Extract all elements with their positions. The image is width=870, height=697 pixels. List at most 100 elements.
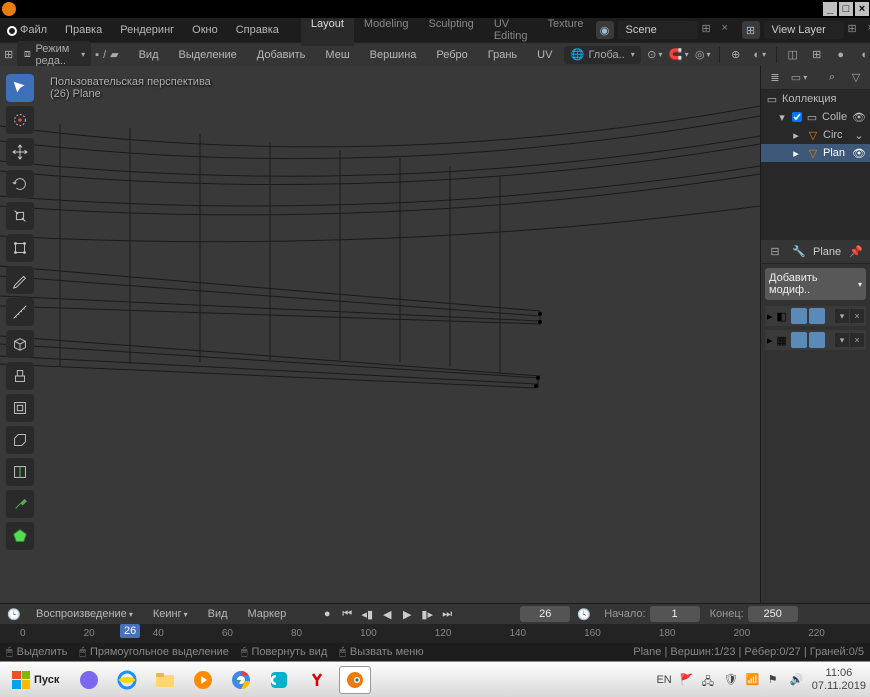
pin-icon[interactable]: 📌	[846, 242, 866, 262]
add-modifier-dropdown[interactable]: Добавить модиф..	[765, 268, 866, 300]
taskbar-app-1[interactable]	[73, 666, 105, 694]
outliner-collection[interactable]: ▾ ▭ Colle 👁	[761, 108, 870, 126]
timeline-keying-menu[interactable]: Кеинг	[145, 605, 196, 623]
selectmode-face-button[interactable]: ▰	[110, 45, 118, 65]
tab-sculpting[interactable]: Sculpting	[419, 14, 484, 46]
tool-transform[interactable]	[6, 234, 34, 262]
eye-icon[interactable]: 👁	[852, 146, 866, 160]
collection-enable-checkbox[interactable]	[792, 112, 802, 122]
modifier-row-1[interactable]: ▸◧ ▾×	[765, 306, 866, 326]
timeline-playback-menu[interactable]: Воспроизведение	[28, 605, 141, 623]
scene-icon[interactable]: ◉	[596, 21, 614, 39]
viewport-menu-add[interactable]: Добавить	[249, 46, 314, 64]
properties-editor-icon[interactable]: ⊟	[765, 242, 785, 262]
outliner-editor-icon[interactable]: ≣	[765, 68, 785, 88]
shading-matprev-button[interactable]: ◐	[855, 45, 870, 65]
viewport-menu-edge[interactable]: Ребро	[428, 46, 475, 64]
tool-scale[interactable]	[6, 202, 34, 230]
tray-volume-icon[interactable]: 🔊	[790, 673, 804, 687]
tab-uvediting[interactable]: UV Editing	[484, 14, 538, 46]
eye-icon[interactable]: 👁	[852, 110, 866, 124]
tray-action-icon[interactable]: ⚑	[768, 673, 782, 687]
tool-polybuild[interactable]	[6, 522, 34, 550]
tool-loopcut[interactable]	[6, 458, 34, 486]
timeline-marker-menu[interactable]: Маркер	[240, 605, 295, 623]
viewport-menu-mesh[interactable]: Меш	[317, 46, 357, 64]
tray-security-icon[interactable]: 🛡	[724, 673, 738, 687]
play-reverse-button[interactable]: ◀	[378, 606, 396, 622]
taskbar-chrome[interactable]	[225, 666, 257, 694]
close-button[interactable]: ×	[854, 1, 870, 17]
modifier-move-button[interactable]: ▾	[835, 309, 849, 323]
selectmode-edge-button[interactable]: /	[103, 45, 106, 65]
outliner-display-mode[interactable]: ▭	[789, 68, 809, 88]
modifier-delete-button[interactable]: ×	[850, 309, 864, 323]
taskbar-explorer[interactable]	[149, 666, 181, 694]
end-frame-input[interactable]: 250	[748, 606, 798, 622]
start-button[interactable]: Пуск	[4, 667, 67, 693]
taskbar-app-6[interactable]	[263, 666, 295, 694]
modifier-delete-button[interactable]: ×	[850, 333, 864, 347]
pivot-dropdown[interactable]: ⊙	[645, 45, 665, 65]
selectmode-vertex-button[interactable]: ▪	[95, 45, 99, 65]
start-frame-input[interactable]: 1	[650, 606, 700, 622]
viewport-menu-uv[interactable]: UV	[529, 46, 560, 64]
taskbar-ie[interactable]	[111, 666, 143, 694]
timeline-editor-icon[interactable]: 🕒	[4, 604, 24, 624]
language-indicator[interactable]: EN	[656, 674, 671, 686]
overlay-dropdown[interactable]: ◐	[750, 45, 770, 65]
outliner-item-plane[interactable]: ▸ ▽ Plan 👁	[761, 144, 870, 162]
timeline-view-menu[interactable]: Вид	[200, 605, 236, 623]
outliner-filter-icon[interactable]: ⌕	[822, 68, 842, 88]
viewlayer-name-input[interactable]: View Layer	[764, 21, 844, 39]
scene-name-input[interactable]: Scene	[618, 21, 698, 39]
current-frame-input[interactable]: 26	[520, 606, 570, 622]
taskbar-blender[interactable]	[339, 666, 371, 694]
editor-type-icon[interactable]: ⊞	[4, 45, 13, 65]
play-button[interactable]: ▶	[398, 606, 416, 622]
tool-extrude[interactable]	[6, 362, 34, 390]
viewport-menu-select[interactable]: Выделение	[171, 46, 245, 64]
menu-help[interactable]: Справка	[228, 21, 287, 39]
tab-modeling[interactable]: Modeling	[354, 14, 419, 46]
transform-orientation-dropdown[interactable]: 🌐 Глоба..	[564, 46, 640, 64]
taskbar-yandex[interactable]	[301, 666, 333, 694]
tab-layout[interactable]: Layout	[301, 14, 354, 46]
xray-toggle[interactable]: ◫	[783, 45, 803, 65]
tool-move[interactable]	[6, 138, 34, 166]
outliner-scene-collection[interactable]: ▭ Коллекция	[761, 90, 870, 108]
taskbar-mediaplayer[interactable]	[187, 666, 219, 694]
tool-annotate[interactable]	[6, 266, 34, 294]
playhead[interactable]: 26	[120, 624, 140, 638]
tool-cursor[interactable]	[6, 106, 34, 134]
tool-select-box[interactable]	[6, 74, 34, 102]
shading-wireframe-button[interactable]: ⊞	[807, 45, 827, 65]
chevron-icon[interactable]: ⌄	[852, 128, 866, 142]
viewport-menu-face[interactable]: Грань	[480, 46, 525, 64]
tray-flag-icon[interactable]: 🚩	[680, 673, 694, 687]
menu-render[interactable]: Рендеринг	[112, 21, 182, 39]
mode-dropdown[interactable]: ⧈ Режим реда..	[17, 41, 91, 69]
outliner-filter-button[interactable]: ▽	[846, 68, 866, 88]
browse-viewlayer-button[interactable]: ⊞	[848, 22, 864, 38]
timeclip-icon[interactable]: 🕓	[574, 604, 594, 624]
modifier-move-button[interactable]: ▾	[835, 333, 849, 347]
3d-viewport[interactable]: Пользовательская перспектива (26) Plane	[0, 66, 760, 603]
menu-file[interactable]: Файл	[12, 21, 55, 39]
modifier-row-2[interactable]: ▸▦ ▾×	[765, 330, 866, 350]
outliner[interactable]: ▭ Коллекция ▾ ▭ Colle 👁 ▸ ▽ Circ ⌄ ▸ ▽ P…	[761, 90, 870, 240]
keyframe-prev-button[interactable]: ◂▮	[358, 606, 376, 622]
tray-network-icon[interactable]: 🖧	[702, 673, 716, 687]
tool-rotate[interactable]	[6, 170, 34, 198]
shading-solid-button[interactable]: ●	[831, 45, 851, 65]
maximize-button[interactable]: □	[838, 1, 854, 17]
wrench-icon[interactable]: 🔧	[789, 242, 809, 262]
menu-edit[interactable]: Правка	[57, 21, 110, 39]
jump-start-button[interactable]: ⏮	[338, 606, 356, 622]
system-clock[interactable]: 11:0607.11.2019	[812, 667, 866, 691]
outliner-item-circle[interactable]: ▸ ▽ Circ ⌄	[761, 126, 870, 144]
tool-inset[interactable]	[6, 394, 34, 422]
viewport-menu-vertex[interactable]: Вершина	[362, 46, 425, 64]
minimize-button[interactable]: _	[822, 1, 838, 17]
timeline-ruler[interactable]: 020406080100120140160180200220240 26	[0, 624, 870, 643]
